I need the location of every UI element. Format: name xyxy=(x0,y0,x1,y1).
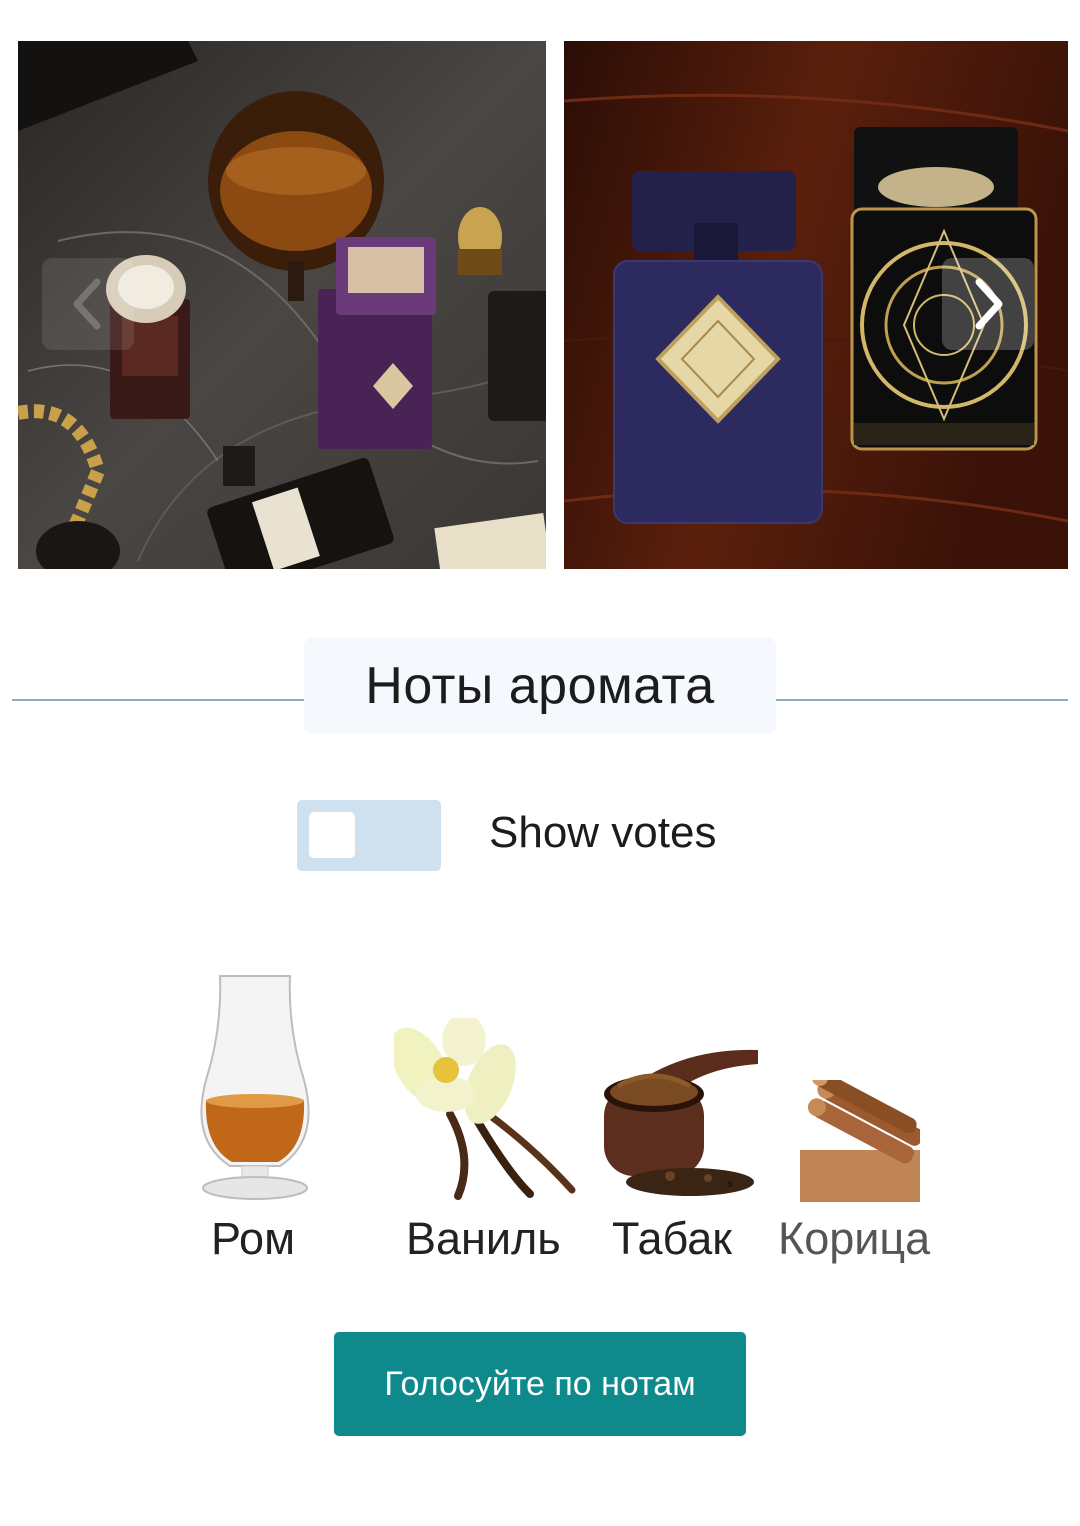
divider-right xyxy=(776,699,1068,701)
notes-section-header: Ноты аромата xyxy=(0,636,1080,736)
show-votes-toggle[interactable] xyxy=(297,800,441,871)
section-title: Ноты аромата xyxy=(304,638,776,734)
chevron-right-icon xyxy=(975,278,1003,330)
toggle-knob xyxy=(309,812,355,858)
cinnamon-sticks-icon xyxy=(800,1080,920,1202)
note-label: Ваниль xyxy=(406,1213,561,1264)
note-item-tobacco[interactable]: Табак xyxy=(596,1040,766,1270)
show-votes-label[interactable]: Show votes xyxy=(489,808,716,858)
gallery-next-button[interactable] xyxy=(942,258,1034,350)
vote-notes-button[interactable]: Голосуйте по нотам xyxy=(334,1332,746,1436)
note-label: Ром xyxy=(211,1213,296,1264)
note-item-cinnamon[interactable]: Корица xyxy=(776,1080,976,1270)
photo-gallery xyxy=(0,0,1080,580)
note-item-vanilla[interactable]: Ваниль xyxy=(392,1016,582,1270)
vanilla-flower-icon xyxy=(394,1018,576,1200)
rum-glass-icon xyxy=(200,975,310,1200)
chevron-left-icon xyxy=(73,278,101,330)
divider-left xyxy=(12,699,304,701)
note-label: Корица xyxy=(778,1213,931,1264)
tobacco-pipe-icon xyxy=(604,1049,758,1196)
gallery-prev-button[interactable] xyxy=(42,258,134,350)
note-label: Табак xyxy=(612,1213,732,1264)
note-item-rum[interactable]: Ром xyxy=(140,970,380,1270)
